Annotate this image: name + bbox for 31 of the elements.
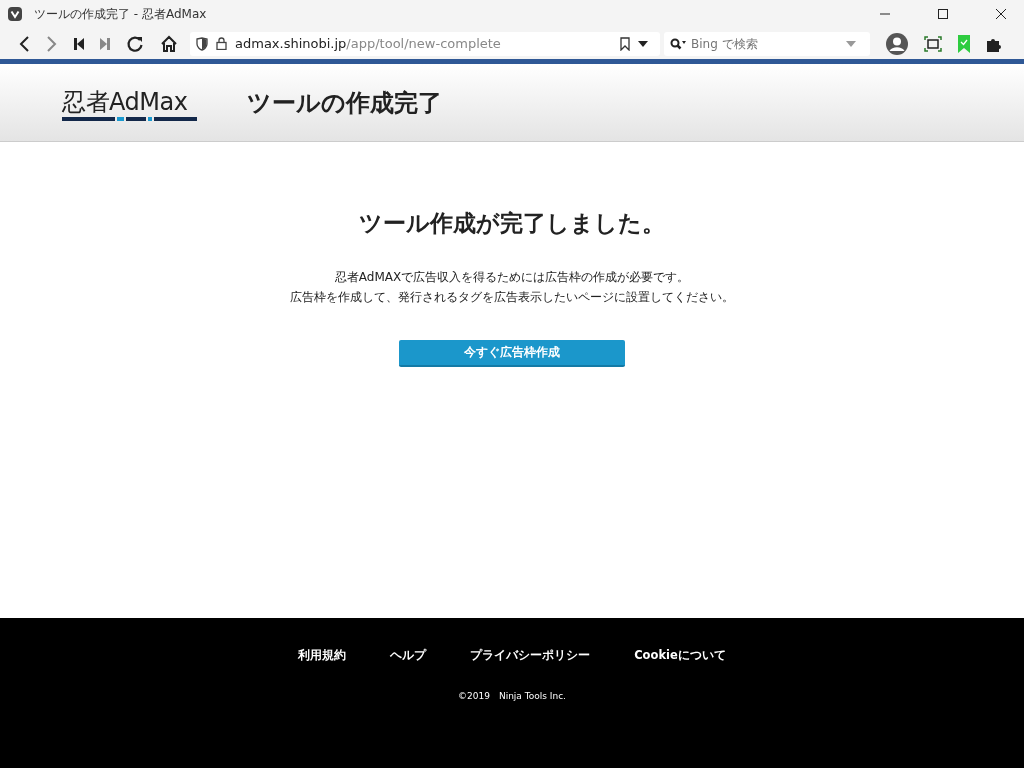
page-title: ツールの作成完了 <box>247 87 442 119</box>
logo[interactable]: 忍者AdMax <box>62 88 197 115</box>
screenshot-icon[interactable] <box>924 35 942 52</box>
footer-link[interactable]: 利用規約 <box>298 648 347 663</box>
url-text: admax.shinobi.jp/app/tool/new-complete <box>235 36 501 51</box>
browser-logo-icon <box>8 7 22 21</box>
skip-forward-icon[interactable] <box>100 37 110 50</box>
back-icon[interactable] <box>18 34 30 53</box>
window-title: ツールの作成完了 - 忍者AdMax <box>34 5 207 23</box>
shield-icon <box>196 36 208 51</box>
skip-back-icon[interactable] <box>74 37 84 50</box>
close-icon[interactable] <box>995 8 1007 20</box>
search-bar[interactable]: Bing で検索 <box>664 31 870 56</box>
profile-icon[interactable] <box>886 32 908 55</box>
forward-icon[interactable] <box>46 34 58 53</box>
dropdown-caret-icon[interactable] <box>638 40 648 47</box>
footer-link[interactable]: ヘルプ <box>390 648 427 663</box>
home-icon[interactable] <box>160 34 178 53</box>
lock-icon <box>216 37 227 50</box>
address-bar[interactable]: admax.shinobi.jp/app/tool/new-complete <box>190 31 660 56</box>
description-text: 広告枠を作成して、発行されるタグを広告表示したいページに設置してください。 <box>290 289 734 306</box>
bookmark-icon[interactable] <box>620 36 630 51</box>
copyright-text: ©2019 Ninja Tools Inc. <box>458 690 566 703</box>
bookmark-check-icon[interactable] <box>958 34 970 53</box>
reload-icon[interactable] <box>126 34 144 53</box>
description-text: 忍者AdMAXで広告収入を得るためには広告枠の作成が必要です。 <box>334 269 690 286</box>
footer-link[interactable]: プライバシーポリシー <box>470 648 591 663</box>
footer-link[interactable]: Cookieについて <box>634 648 726 663</box>
completion-heading: ツール作成が完了しました。 <box>359 209 665 238</box>
maximize-icon[interactable] <box>937 8 949 20</box>
search-icon <box>670 37 686 50</box>
